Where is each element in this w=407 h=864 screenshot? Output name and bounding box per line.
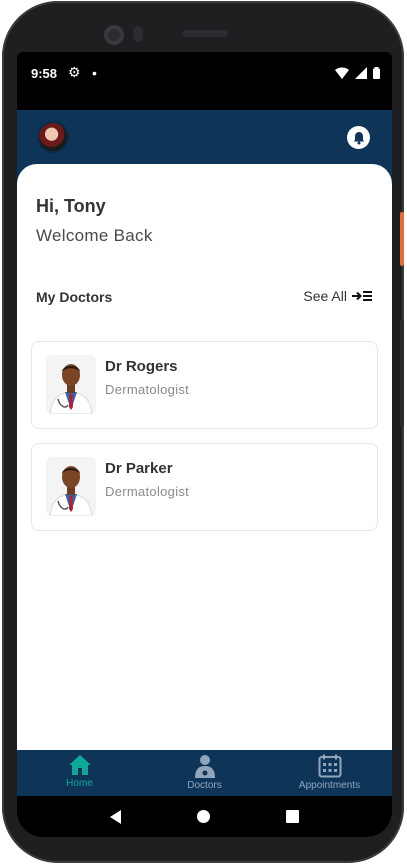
- doctor-name: Dr Rogers: [105, 358, 178, 375]
- doctor-photo: [46, 355, 96, 414]
- nav-label-home: Home: [66, 778, 93, 789]
- doctor-card[interactable]: Dr Rogers Dermatologist: [31, 341, 378, 429]
- nav-label-doctors: Doctors: [187, 780, 222, 791]
- earpiece-speaker: [182, 30, 228, 37]
- greeting-title: Hi, Tony: [36, 196, 106, 216]
- recents-icon[interactable]: [286, 810, 299, 823]
- doctor-specialty: Dermatologist: [105, 484, 190, 499]
- doctor-card[interactable]: Dr Parker Dermatologist: [31, 443, 378, 531]
- gear-icon: ⚙: [68, 64, 81, 80]
- see-all-label: See All: [303, 288, 347, 304]
- volume-button: [400, 319, 404, 427]
- status-icons: [335, 67, 380, 79]
- phone-frame: 9:58 ⚙ • Hi, Tony Welcome Back My Doctor…: [2, 1, 404, 863]
- screen: 9:58 ⚙ • Hi, Tony Welcome Back My Doctor…: [17, 52, 392, 837]
- sensor: [133, 26, 143, 42]
- battery-icon: [373, 67, 380, 79]
- profile-avatar[interactable]: [37, 121, 69, 153]
- status-bar: 9:58 ⚙ •: [17, 52, 392, 110]
- home-system-icon[interactable]: [197, 810, 210, 823]
- doctor-icon: [194, 755, 215, 778]
- doctor-specialty: Dermatologist: [105, 382, 190, 397]
- signal-icon: [355, 67, 367, 79]
- see-all-button[interactable]: See All: [303, 288, 372, 304]
- nav-item-doctors[interactable]: Doctors: [142, 750, 267, 796]
- my-doctors-title: My Doctors: [36, 289, 113, 305]
- greeting-subtitle: Welcome Back: [36, 226, 153, 245]
- doctor-name: Dr Parker: [105, 460, 173, 477]
- nav-item-appointments[interactable]: Appointments: [267, 750, 392, 796]
- system-nav-bar: [17, 796, 392, 837]
- bell-glyph: [353, 131, 364, 144]
- home-icon: [68, 755, 91, 775]
- dot-icon: •: [92, 65, 97, 81]
- list-arrow-icon: [352, 291, 372, 301]
- app-header: Hi, Tony Welcome Back My Doctors See All: [17, 110, 392, 837]
- main-content: Hi, Tony Welcome Back My Doctors See All: [17, 164, 392, 837]
- nav-label-appointments: Appointments: [298, 780, 361, 791]
- bell-icon[interactable]: [347, 126, 370, 149]
- calendar-icon: [318, 754, 341, 778]
- bottom-nav: Home Doctors Appointments: [17, 750, 392, 796]
- doctor-photo: [46, 457, 96, 516]
- nav-item-home[interactable]: Home: [17, 750, 142, 796]
- wifi-icon: [335, 67, 349, 79]
- back-icon[interactable]: [110, 809, 121, 824]
- power-button: [400, 212, 404, 266]
- status-time: 9:58: [31, 66, 58, 81]
- front-camera: [104, 25, 124, 45]
